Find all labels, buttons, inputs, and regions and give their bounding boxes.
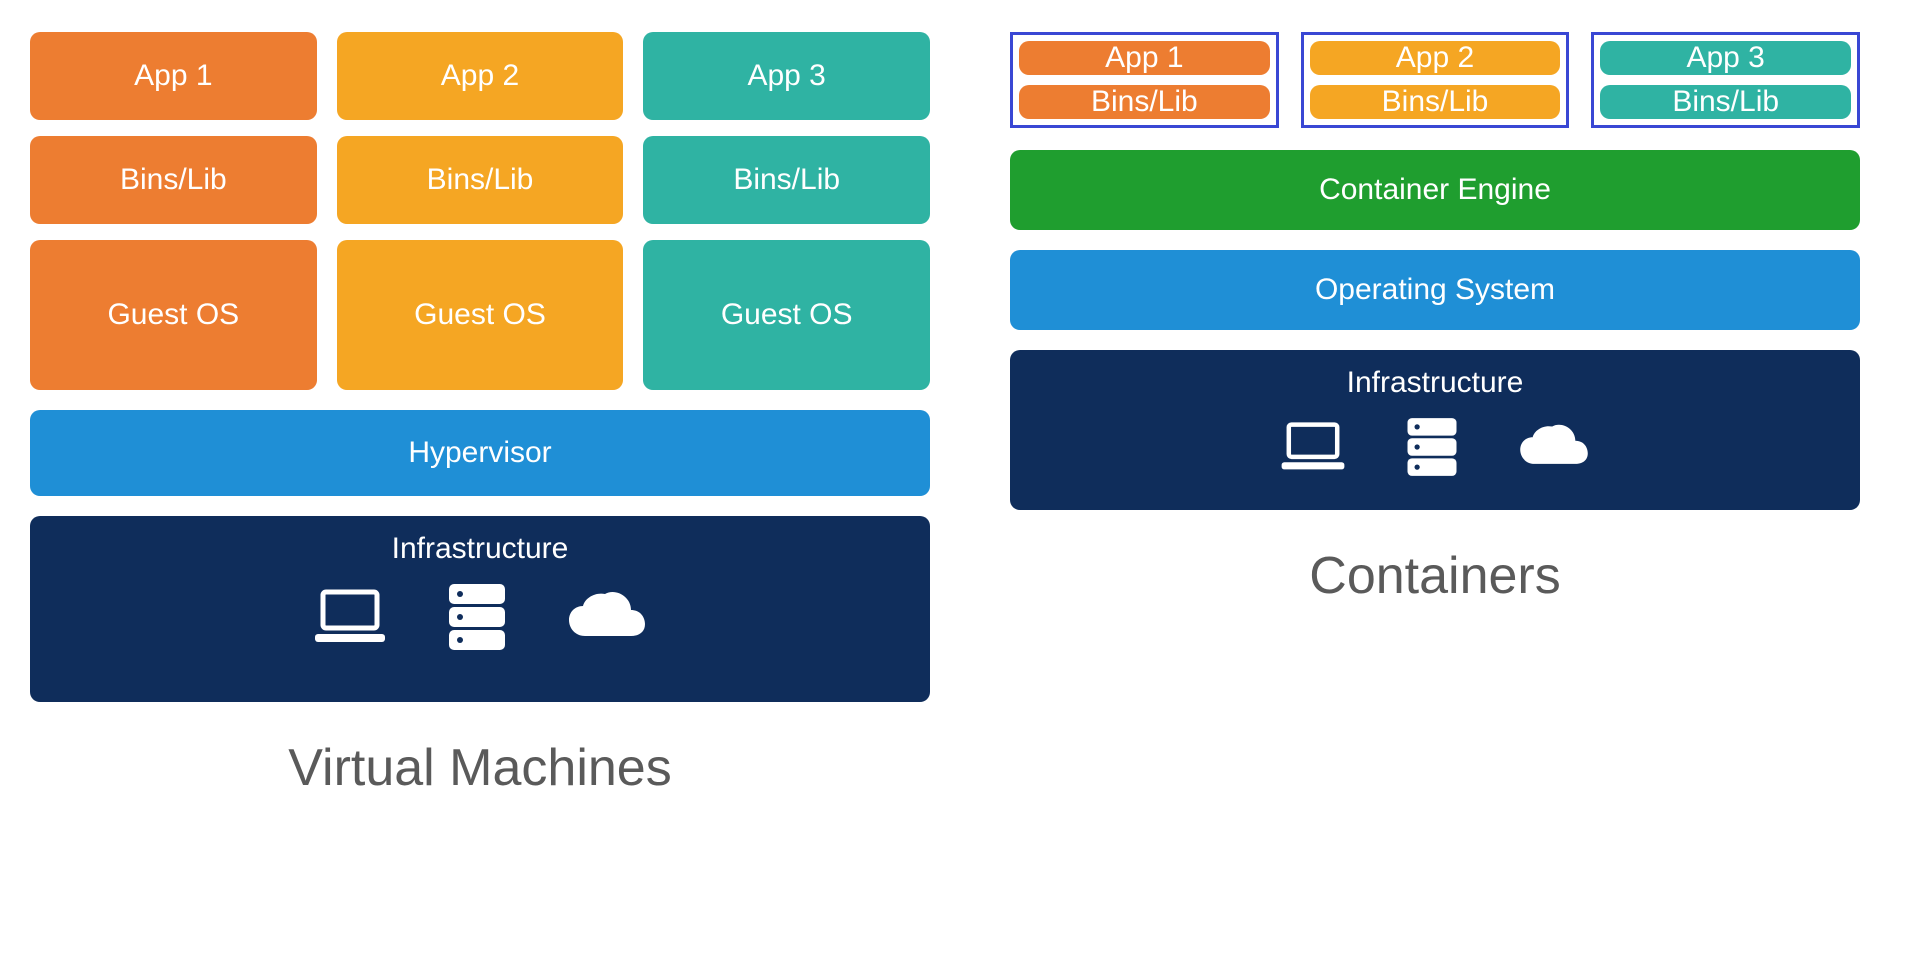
- vm-guestos-row: Guest OS Guest OS Guest OS: [30, 240, 930, 390]
- vm-stack: App 1 App 2 App 3 Bins/Lib Bins/Lib Bins…: [30, 32, 930, 798]
- containers-stack: App 1 Bins/Lib App 2 Bins/Lib App 3 Bins…: [1010, 32, 1860, 606]
- containers-title: Containers: [1010, 546, 1860, 606]
- vm-guestos-2: Guest OS: [337, 240, 624, 390]
- container-2-app: App 2: [1310, 41, 1561, 75]
- cloud-icon: [1516, 423, 1592, 471]
- operating-system-layer: Operating System: [1010, 250, 1860, 330]
- containers-infrastructure-layer: Infrastructure: [1010, 350, 1860, 510]
- vm-vs-containers-diagram: App 1 App 2 App 3 Bins/Lib Bins/Lib Bins…: [30, 32, 1890, 798]
- container-columns-row: App 1 Bins/Lib App 2 Bins/Lib App 3 Bins…: [1010, 32, 1860, 128]
- container-2-bins: Bins/Lib: [1310, 85, 1561, 119]
- vm-guestos-1: Guest OS: [30, 240, 317, 390]
- container-3: App 3 Bins/Lib: [1591, 32, 1860, 128]
- laptop-icon: [1278, 421, 1348, 473]
- cloud-icon: [565, 590, 649, 644]
- vm-apps-row: App 1 App 2 App 3: [30, 32, 930, 120]
- hypervisor-layer: Hypervisor: [30, 410, 930, 496]
- vm-bins-2: Bins/Lib: [337, 136, 624, 224]
- vm-title: Virtual Machines: [30, 738, 930, 798]
- vm-bins-3: Bins/Lib: [643, 136, 930, 224]
- container-2: App 2 Bins/Lib: [1301, 32, 1570, 128]
- containers-infra-icons: [1278, 414, 1592, 480]
- vm-bins-row: Bins/Lib Bins/Lib Bins/Lib: [30, 136, 930, 224]
- container-1-app: App 1: [1019, 41, 1270, 75]
- container-1: App 1 Bins/Lib: [1010, 32, 1279, 128]
- vm-guestos-3: Guest OS: [643, 240, 930, 390]
- vm-infrastructure-layer: Infrastructure: [30, 516, 930, 702]
- container-3-bins: Bins/Lib: [1600, 85, 1851, 119]
- vm-app-3: App 3: [643, 32, 930, 120]
- container-3-app: App 3: [1600, 41, 1851, 75]
- laptop-icon: [311, 588, 389, 646]
- vm-app-1: App 1: [30, 32, 317, 120]
- vm-infra-icons: [311, 580, 649, 654]
- vm-infrastructure-label: Infrastructure: [392, 532, 569, 566]
- server-icon: [445, 580, 509, 654]
- vm-app-2: App 2: [337, 32, 624, 120]
- containers-infrastructure-label: Infrastructure: [1347, 366, 1524, 400]
- container-1-bins: Bins/Lib: [1019, 85, 1270, 119]
- container-engine-layer: Container Engine: [1010, 150, 1860, 230]
- server-icon: [1404, 414, 1460, 480]
- vm-bins-1: Bins/Lib: [30, 136, 317, 224]
